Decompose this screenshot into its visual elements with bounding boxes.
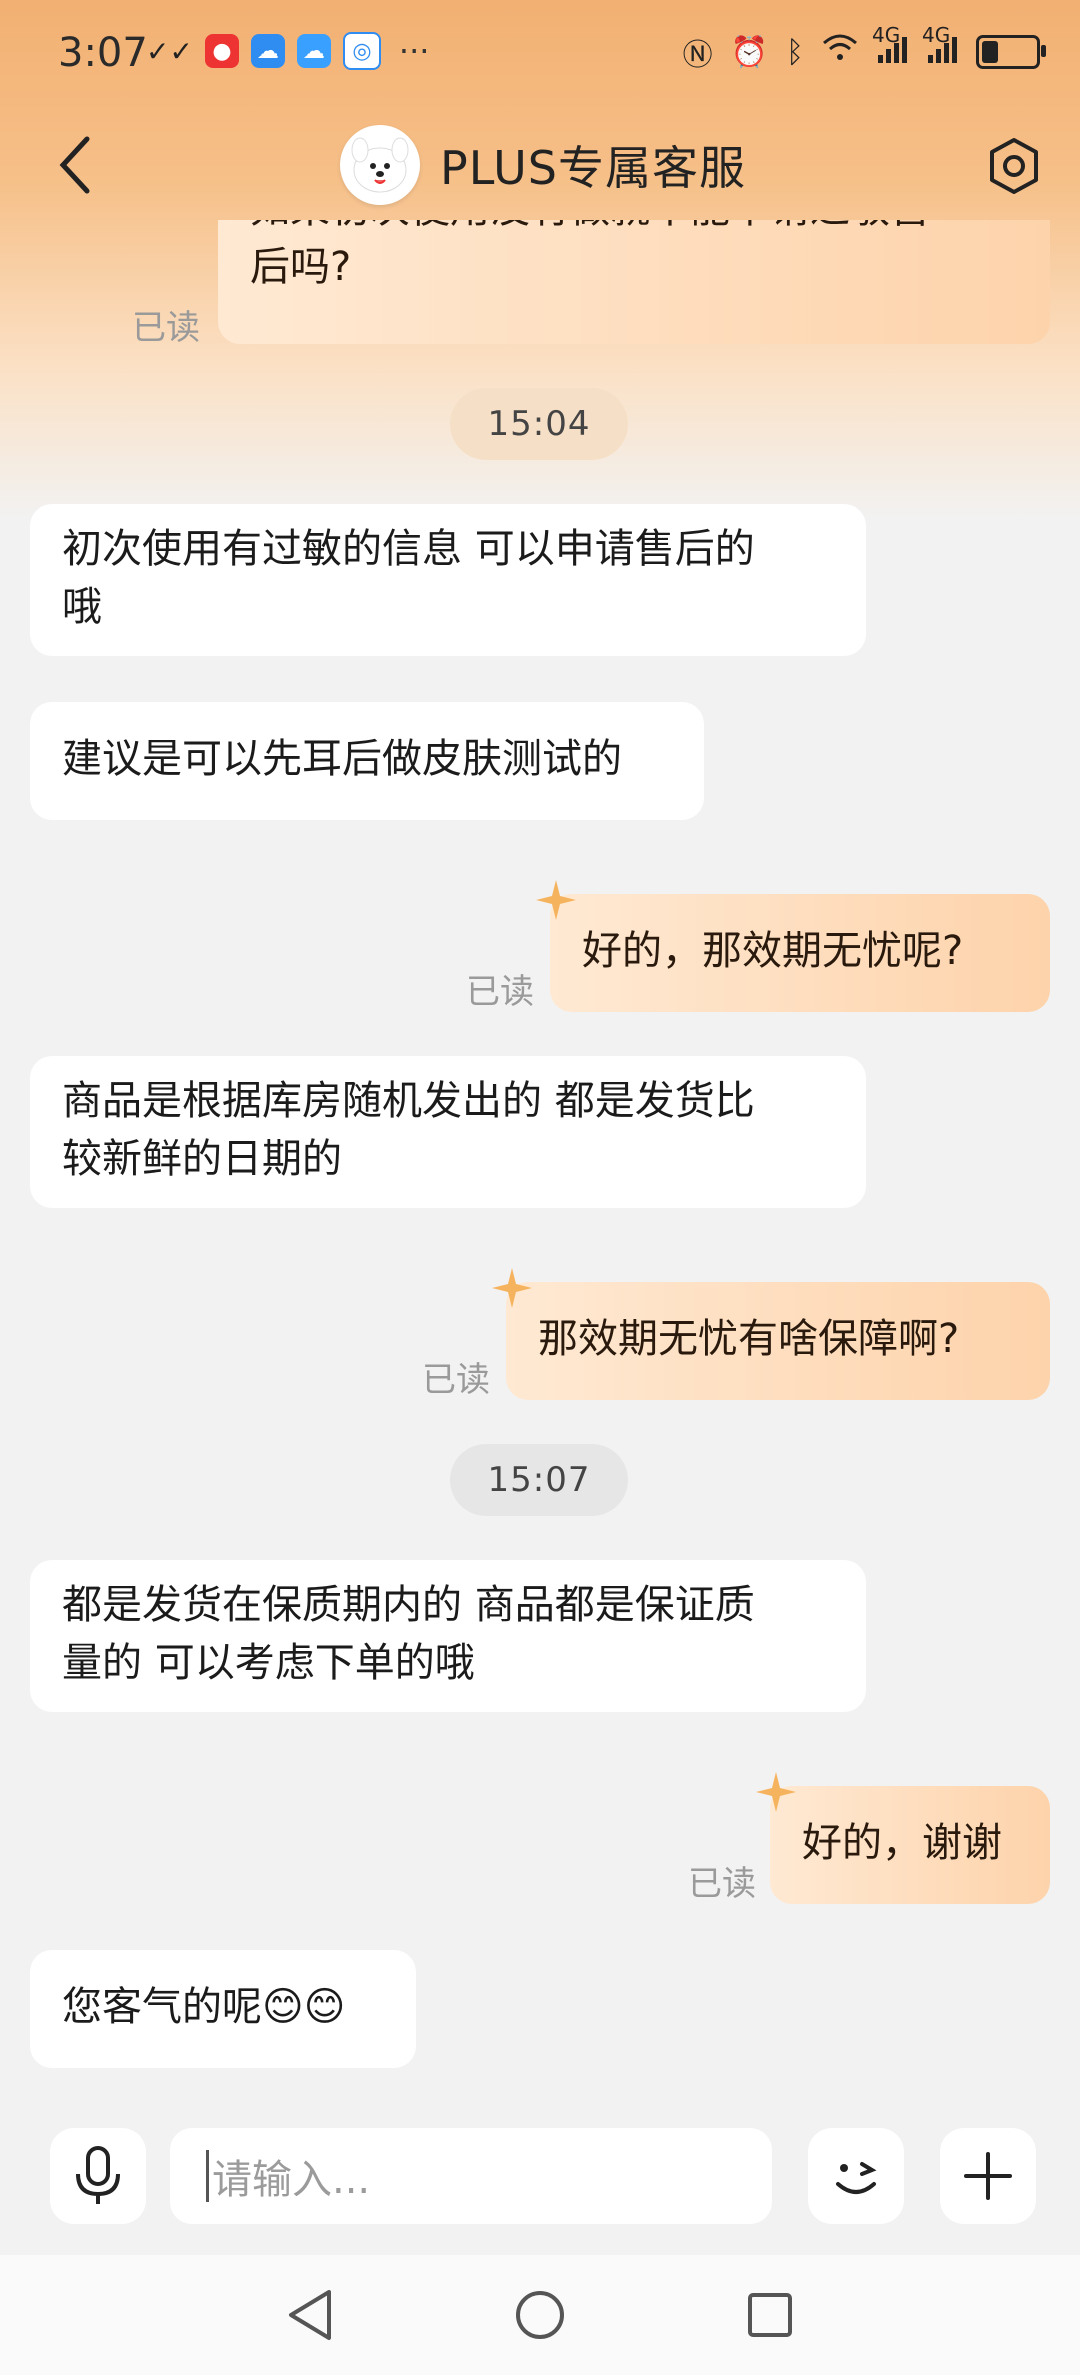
message-bubble-received[interactable]: 建议是可以先耳后做皮肤测试的 [30,702,704,820]
system-recents-button[interactable] [738,2283,802,2347]
message-bubble-received[interactable]: 都是发货在保质期内的 商品都是保证质 量的 可以考虑下单的哦 [30,1560,866,1712]
system-back-button[interactable] [278,2283,342,2347]
read-receipt: 已读 [422,1360,490,1400]
text-caret [206,2150,209,2202]
system-home-button[interactable] [508,2283,572,2347]
message-input[interactable]: 请输入... [170,2128,772,2224]
chat-title: PLUS专属客服 [340,125,746,205]
top-navigation: PLUS专属客服 [0,110,1080,220]
timestamp-divider: 15:07 [450,1444,628,1516]
wifi-icon [822,33,858,71]
page-title: PLUS专属客服 [440,141,746,195]
status-bar: 3:07 ✓✓ ● ☁ ☁ ◎ ··· Ⓝ ⏰ ᛒ 4G 4G [0,0,1080,105]
message-bubble-sent[interactable]: 好的，那效期无忧呢? [536,880,1050,1012]
gear-icon [990,138,1038,194]
emoji-button[interactable] [808,2128,904,2224]
read-receipt: 已读 [132,308,200,348]
message-bubble-sent[interactable]: 那效期无忧有啥保障啊? [492,1268,1050,1400]
message-bubble-received[interactable]: 您客气的呢😊😊 [30,1950,416,2068]
app-notify-icon: ✓✓ [146,34,193,68]
timestamp-divider: 15:04 [450,388,628,460]
star-sparkle-icon [756,1772,796,1812]
avatar [340,125,420,205]
input-placeholder: 请输入... [212,2157,371,2203]
more-notifications: ··· [398,32,430,70]
status-time: 3:07 [58,30,148,76]
signal-icon-2: 4G [922,23,958,70]
circle-home-icon [516,2291,564,2339]
signal-icon-1: 4G [872,23,908,70]
system-navigation-bar [0,2255,1080,2375]
microphone-icon [76,2146,120,2204]
message-bubble-sent[interactable]: 如果初次使用没有做就不能申请过敏售 后吗? [218,220,1050,344]
message-bubble-sent[interactable]: 好的，谢谢 [756,1772,1050,1904]
notification-icons: ✓✓ ● ☁ ☁ ◎ ··· [146,32,429,70]
message-bubble-received[interactable]: 初次使用有过敏的信息 可以申请售后的 哦 [30,504,866,656]
settings-button[interactable] [978,130,1050,202]
system-indicators: Ⓝ ⏰ ᛒ 4G 4G [682,23,1046,74]
battery-icon [976,35,1046,69]
star-sparkle-icon [536,880,576,920]
voice-button[interactable] [50,2128,146,2224]
alarm-icon: ⏰ [730,34,768,70]
nfc-icon: Ⓝ [682,38,713,73]
cloud-app-icon: ☁ [296,34,331,68]
emoji-wink-icon [836,2162,877,2194]
read-receipt: 已读 [466,972,534,1012]
jd-app-icon: ● [204,34,239,68]
chevron-left-icon [59,136,90,194]
star-sparkle-icon [492,1268,532,1308]
message-bubble-received[interactable]: 商品是根据库房随机发出的 都是发货比 较新鲜的日期的 [30,1056,866,1208]
bluetooth-icon: ᛒ [786,34,804,70]
plus-icon [964,2152,1012,2200]
browser-app-icon: ◎ [342,32,381,70]
triangle-back-icon [289,2290,331,2340]
square-recents-icon [748,2293,792,2337]
read-receipt: 已读 [688,1864,756,1904]
add-attachment-button[interactable] [940,2128,1036,2224]
back-button[interactable] [40,130,110,200]
chat-message-list[interactable]: 已读 如果初次使用没有做就不能申请过敏售 后吗? 15:04 初次使用有过敏的信… [0,220,1080,2100]
message-composer: 请输入... [0,2100,1080,2255]
weather-app-icon: ☁ [250,34,285,68]
